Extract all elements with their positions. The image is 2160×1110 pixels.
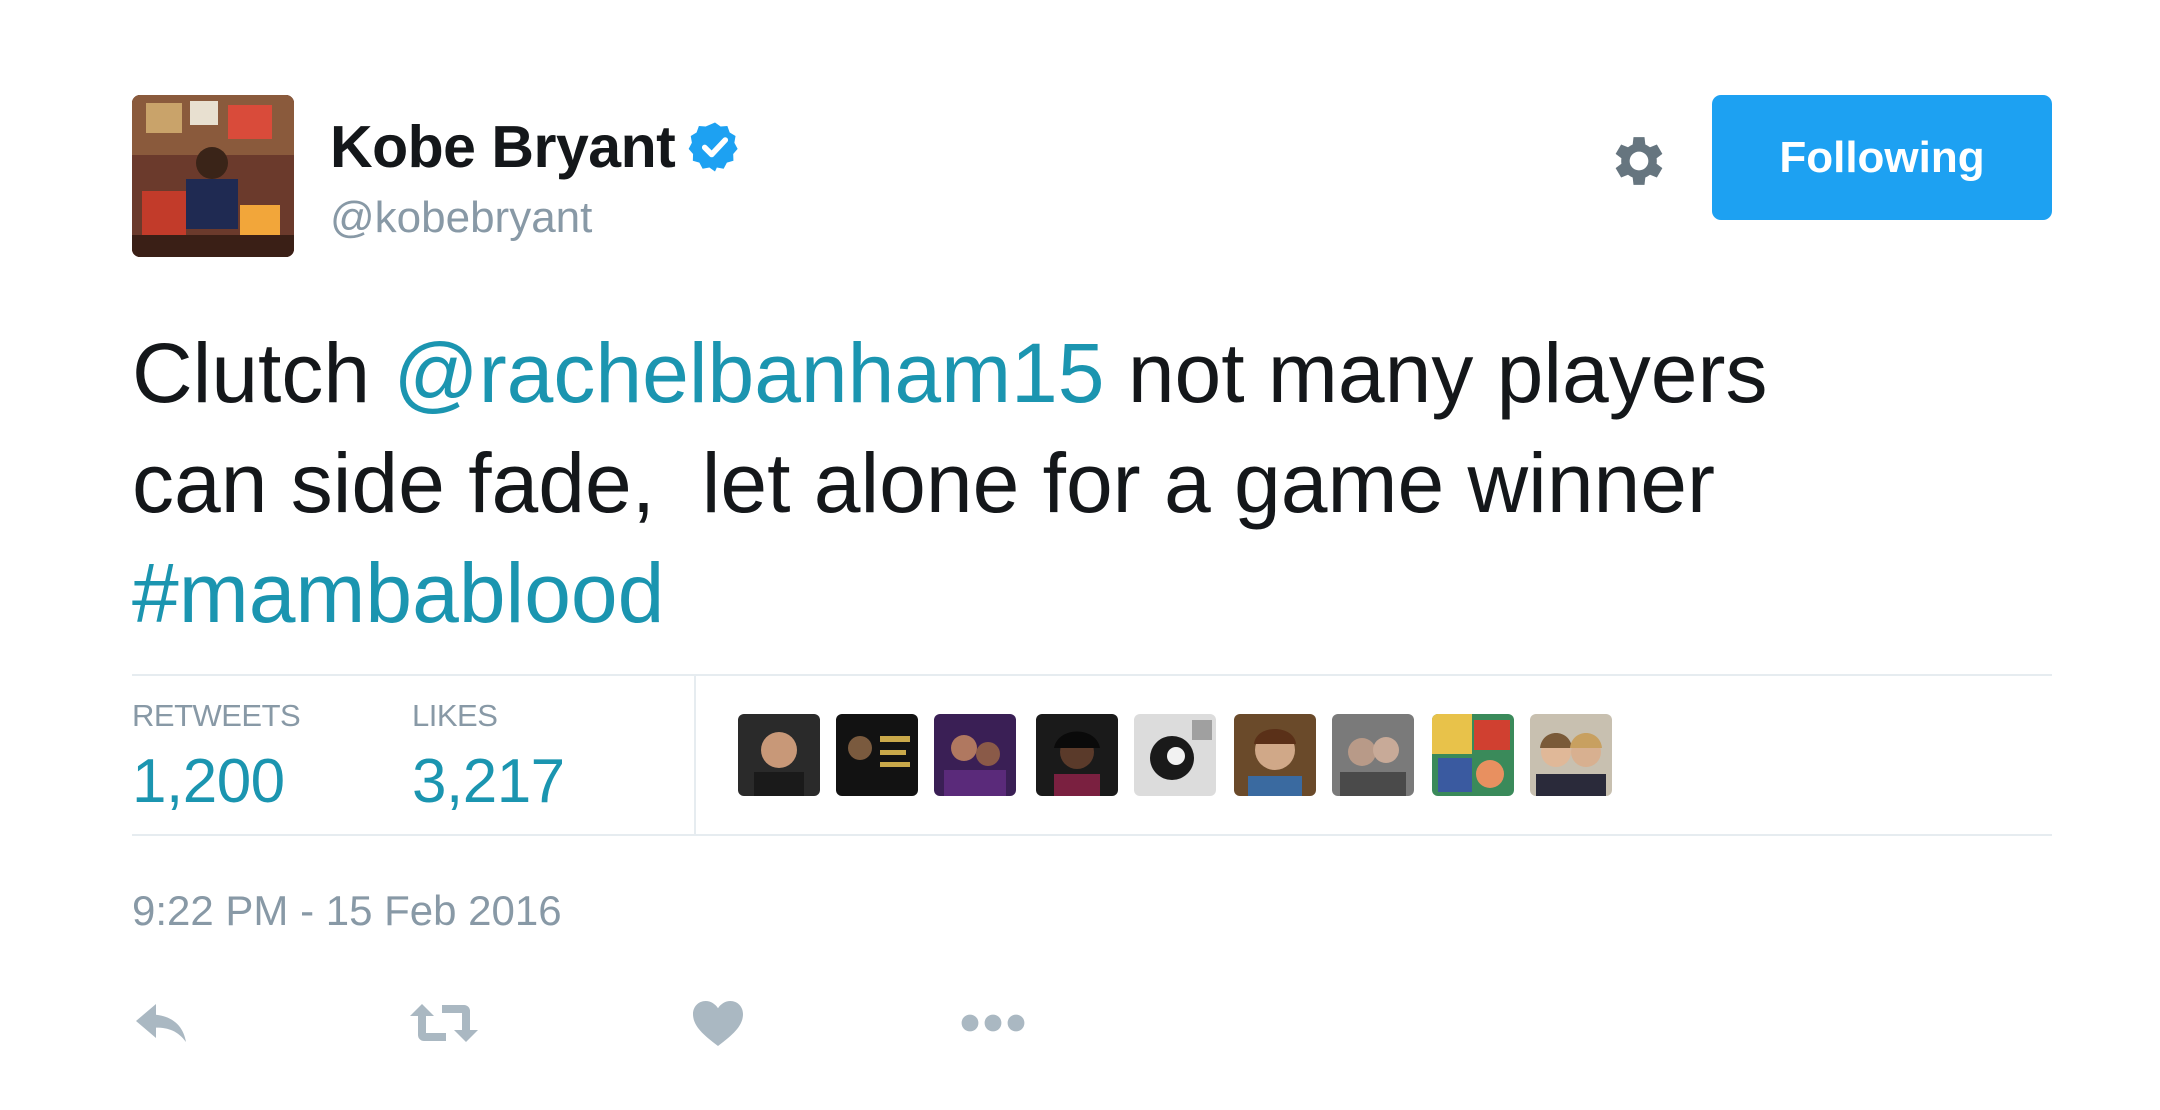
likes-label: LIKES bbox=[412, 698, 498, 733]
liker-avatar[interactable] bbox=[1332, 714, 1414, 796]
retweets-count: 1,200 bbox=[132, 747, 285, 816]
hashtag-link[interactable]: #mambablood bbox=[132, 546, 664, 640]
tweet-text: Clutch @rachelbanham15 not many players … bbox=[132, 318, 2062, 648]
liker-avatar[interactable] bbox=[1530, 714, 1612, 796]
liker-avatar[interactable] bbox=[836, 714, 918, 796]
gear-icon[interactable] bbox=[1606, 128, 1672, 194]
stats-divider-top bbox=[132, 674, 2052, 676]
author-name[interactable]: Kobe Bryant bbox=[330, 117, 676, 177]
tweet-text-line: can side fade, let alone for a game winn… bbox=[132, 428, 2062, 538]
stats-divider-vertical bbox=[694, 674, 696, 836]
verified-badge-icon bbox=[687, 119, 743, 175]
retweets-label: RETWEETS bbox=[132, 698, 301, 733]
tweet-text-line: #mambablood bbox=[132, 538, 2062, 648]
following-button[interactable]: Following bbox=[1712, 95, 2052, 220]
tweet-text-segment: Clutch bbox=[132, 326, 394, 420]
more-dots-icon bbox=[961, 1014, 1025, 1032]
retweet-button[interactable] bbox=[404, 990, 484, 1056]
reply-button[interactable] bbox=[130, 990, 194, 1056]
liker-avatar[interactable] bbox=[934, 714, 1016, 796]
reply-icon bbox=[136, 1004, 186, 1042]
likes-stat[interactable]: LIKES 3,217 bbox=[412, 700, 565, 813]
tweet-timestamp[interactable]: 9:22 PM - 15 Feb 2016 bbox=[132, 890, 562, 932]
retweet-icon bbox=[410, 1004, 478, 1042]
liker-avatar[interactable] bbox=[738, 714, 820, 796]
heart-icon bbox=[693, 1001, 743, 1046]
liker-avatar[interactable] bbox=[1036, 714, 1118, 796]
author-handle[interactable]: @kobebryant bbox=[330, 196, 592, 240]
liker-avatar[interactable] bbox=[1432, 714, 1514, 796]
liker-avatar[interactable] bbox=[1234, 714, 1316, 796]
author-avatar[interactable] bbox=[132, 95, 294, 257]
likes-count: 3,217 bbox=[412, 747, 565, 816]
retweets-stat[interactable]: RETWEETS 1,200 bbox=[132, 698, 301, 816]
author-name-row[interactable]: Kobe Bryant bbox=[330, 112, 743, 182]
tweet-card: Kobe Bryant @kobebryant Following Clutch… bbox=[0, 0, 2160, 1110]
tweet-text-segment: not many players bbox=[1104, 326, 1768, 420]
like-button[interactable] bbox=[688, 990, 748, 1056]
more-button[interactable] bbox=[958, 990, 1028, 1056]
stats-divider-bottom bbox=[132, 834, 2052, 836]
mention-link[interactable]: @rachelbanham15 bbox=[393, 326, 1104, 420]
tweet-text-line: Clutch @rachelbanham15 not many players bbox=[132, 318, 2062, 428]
tweet-text-segment: can side fade, let alone for a game winn… bbox=[132, 436, 1715, 530]
liker-avatar[interactable] bbox=[1134, 714, 1216, 796]
